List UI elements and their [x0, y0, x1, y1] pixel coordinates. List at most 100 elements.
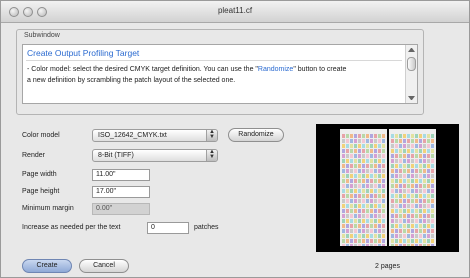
- color-patch: [391, 169, 394, 173]
- color-patch: [431, 209, 434, 213]
- info-scrollbar[interactable]: [405, 45, 417, 103]
- increase-unit: patches: [194, 224, 219, 231]
- color-patch: [431, 134, 434, 138]
- color-patch: [358, 174, 361, 178]
- color-patch: [382, 139, 385, 143]
- color-patch: [391, 224, 394, 228]
- color-patch: [427, 199, 430, 203]
- color-patch: [366, 204, 369, 208]
- color-patch: [366, 189, 369, 193]
- color-patch: [403, 199, 406, 203]
- color-patch: [399, 184, 402, 188]
- scroll-down-arrow-icon[interactable]: [408, 96, 415, 100]
- color-patch: [354, 154, 357, 158]
- color-patch: [362, 204, 365, 208]
- color-patch: [407, 199, 410, 203]
- color-patch: [346, 164, 349, 168]
- color-patch: [415, 144, 418, 148]
- color-patch: [391, 234, 394, 238]
- color-patch: [378, 199, 381, 203]
- color-patch: [391, 204, 394, 208]
- color-patch: [415, 199, 418, 203]
- color-patch: [350, 169, 353, 173]
- scroll-up-arrow-icon[interactable]: [408, 48, 415, 52]
- color-patch: [423, 239, 426, 243]
- color-patch: [374, 244, 377, 246]
- page-width-field[interactable]: 11.00": [92, 169, 150, 181]
- color-patch: [370, 229, 373, 233]
- color-patch: [403, 174, 406, 178]
- color-patch: [415, 239, 418, 243]
- target-preview: [316, 124, 459, 252]
- color-model-value: ISO_12642_CMYK.txt: [98, 132, 167, 139]
- create-button[interactable]: Create: [22, 259, 72, 273]
- color-patch: [362, 144, 365, 148]
- color-patch: [395, 204, 398, 208]
- info-line1-suffix: " button to create: [293, 66, 347, 73]
- cancel-button[interactable]: Cancel: [79, 259, 129, 273]
- color-patch: [391, 134, 394, 138]
- color-patch: [358, 219, 361, 223]
- color-patch: [423, 194, 426, 198]
- color-patch: [391, 174, 394, 178]
- color-patch: [403, 159, 406, 163]
- color-patch: [419, 189, 422, 193]
- color-patch: [374, 199, 377, 203]
- color-patch: [411, 214, 414, 218]
- color-patch: [382, 179, 385, 183]
- color-patch: [366, 214, 369, 218]
- color-patch: [407, 149, 410, 153]
- color-patch: [391, 149, 394, 153]
- color-patch: [358, 159, 361, 163]
- color-patch: [342, 164, 345, 168]
- color-patch: [431, 169, 434, 173]
- color-patch: [427, 214, 430, 218]
- color-patch: [391, 209, 394, 213]
- color-patch: [342, 139, 345, 143]
- color-patch: [395, 149, 398, 153]
- color-patch: [407, 174, 410, 178]
- info-title: Create Output Profiling Target: [27, 48, 140, 58]
- color-patch: [354, 244, 357, 246]
- color-patch: [370, 224, 373, 228]
- color-patch: [354, 179, 357, 183]
- increase-field[interactable]: 0: [147, 222, 189, 234]
- color-patch: [350, 159, 353, 163]
- scroll-thumb[interactable]: [407, 57, 416, 71]
- color-model-popup[interactable]: ISO_12642_CMYK.txt ▲ ▼: [92, 129, 218, 142]
- color-patch: [362, 154, 365, 158]
- color-patch: [395, 219, 398, 223]
- render-popup[interactable]: 8-Bit (TIFF) ▲ ▼: [92, 149, 218, 162]
- color-patch: [354, 189, 357, 193]
- color-patch: [423, 134, 426, 138]
- color-patch: [403, 204, 406, 208]
- page-height-field[interactable]: 17.00": [92, 186, 150, 198]
- color-patch: [366, 199, 369, 203]
- color-patch: [346, 154, 349, 158]
- color-patch: [431, 139, 434, 143]
- color-patch: [342, 194, 345, 198]
- color-patch: [411, 229, 414, 233]
- color-patch: [419, 234, 422, 238]
- color-patch: [358, 139, 361, 143]
- color-patch: [342, 204, 345, 208]
- color-patch: [358, 164, 361, 168]
- color-patch: [399, 154, 402, 158]
- color-patch: [419, 184, 422, 188]
- color-patch: [403, 169, 406, 173]
- randomize-link[interactable]: Randomize: [258, 66, 293, 73]
- color-patch: [403, 189, 406, 193]
- color-patch: [431, 219, 434, 223]
- color-patch: [350, 219, 353, 223]
- color-patch: [399, 224, 402, 228]
- color-patch: [427, 149, 430, 153]
- color-patch: [419, 179, 422, 183]
- color-patch: [370, 199, 373, 203]
- color-patch: [419, 174, 422, 178]
- color-patch: [354, 224, 357, 228]
- color-patch: [427, 144, 430, 148]
- title-bar[interactable]: pleat11.cf: [1, 1, 469, 23]
- color-patch: [431, 189, 434, 193]
- randomize-button[interactable]: Randomize: [228, 128, 284, 142]
- color-patch: [407, 224, 410, 228]
